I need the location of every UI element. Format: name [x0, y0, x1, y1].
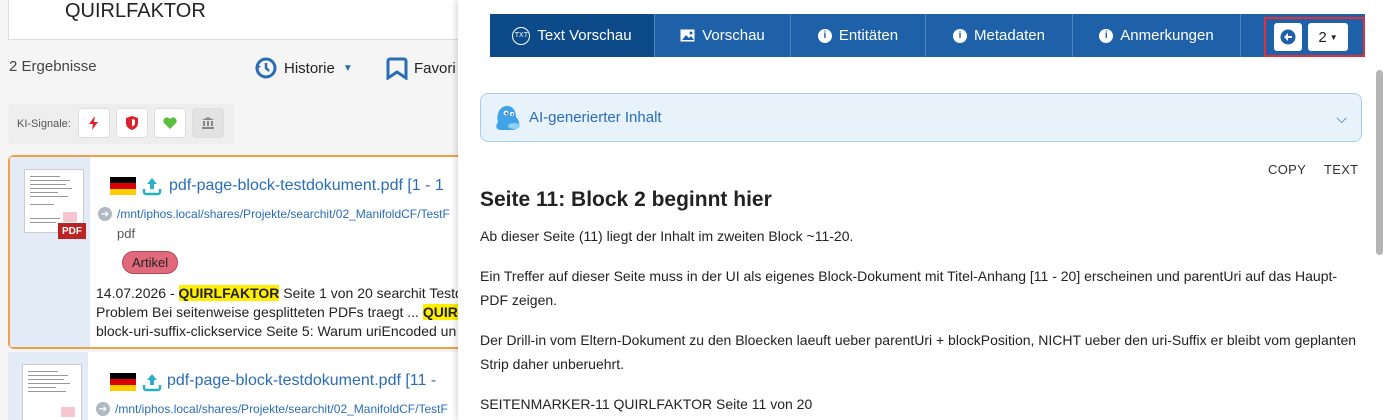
info-icon: i [953, 28, 968, 43]
snippet-line-3: block-uri-suffix-clickservice Seite 5: W… [96, 323, 457, 339]
result-path-text: /mnt/iphos.local/shares/Projekte/searchi… [117, 207, 450, 221]
preview-panel: TXT Text Vorschau Vorschau i Entitäten i… [458, 0, 1387, 420]
ki-signal-bank-button[interactable] [192, 108, 224, 138]
ai-content-label: AI-generierter Inhalt [529, 109, 662, 126]
ai-content-accordion[interactable]: AI-generierter Inhalt ⌵ [480, 93, 1362, 142]
paragraph: Ein Treffer auf dieser Seite muss in der… [480, 268, 1338, 308]
tab-label: Entitäten [838, 27, 899, 44]
germany-flag-icon [110, 373, 136, 391]
favorites-label: Favori [414, 59, 456, 77]
ki-signal-heart-button[interactable] [154, 108, 186, 138]
favorites-button[interactable]: Favori [386, 56, 456, 80]
upload-icon[interactable] [142, 176, 162, 196]
heart-icon [163, 117, 177, 129]
ki-signal-shield-button[interactable] [116, 108, 148, 138]
snippet-text: Problem Bei seitenweise gesplitteten PDF… [96, 304, 419, 320]
tab-label: Vorschau [702, 27, 765, 44]
result-snippet: 14.07.2026 - QUIRLFAKTOR Seite 1 von 20 … [96, 284, 470, 341]
ki-signal-flash-button[interactable] [78, 108, 110, 138]
info-icon: i [817, 28, 832, 43]
result-filetype: pdf [117, 226, 136, 241]
snippet-line-2: Problem Bei seitenweise gesplitteten PDF… [96, 303, 470, 322]
block-selector[interactable]: 2 ▼ [1308, 23, 1348, 51]
tab-label: Anmerkungen [1120, 27, 1214, 44]
tab-label: Metadaten [974, 27, 1045, 44]
history-dropdown[interactable]: Historie ▼ [254, 56, 353, 80]
image-icon [680, 29, 695, 42]
txt-icon: TXT [512, 26, 531, 45]
tab-metadaten[interactable]: i Metadaten [926, 14, 1073, 57]
snippet-line-1: 14.07.2026 - QUIRLFAKTOR Seite 1 von 20 … [96, 284, 470, 303]
arrow-right-icon: ➔ [96, 402, 110, 416]
block-navigation: 2 ▼ [1264, 17, 1365, 57]
bookmark-icon [386, 57, 408, 80]
germany-flag-icon [110, 177, 136, 195]
tab-text-vorschau[interactable]: TXT Text Vorschau [490, 14, 655, 57]
thumbnail-column: PDF [10, 157, 90, 347]
ki-signals-label: KI-Signale: [17, 118, 71, 130]
shield-icon [126, 116, 138, 130]
arrow-left-icon [1280, 29, 1296, 45]
chevron-down-icon: ▼ [1329, 32, 1338, 42]
pdf-icon: PDF [58, 223, 86, 239]
paragraph: Ab dieser Seite (11) liegt der Inhalt im… [480, 228, 854, 244]
paragraph: SEITENMARKER-11 QUIRLFAKTOR Seite 11 von… [480, 396, 813, 412]
arrow-right-icon: ➔ [98, 207, 112, 221]
search-query: QUIRLFAKTOR [65, 0, 206, 22]
flash-icon [89, 116, 98, 130]
category-tag[interactable]: Artikel [122, 251, 179, 274]
chevron-down-icon: ▼ [342, 62, 353, 74]
block-selector-value: 2 [1318, 28, 1327, 46]
upload-icon[interactable] [142, 372, 162, 392]
scrollbar[interactable] [1376, 70, 1383, 255]
results-panel: QUIRLFAKTOR 2 Ergebnisse Historie ▼ Favo… [0, 0, 470, 420]
tab-label: Text Vorschau [537, 27, 632, 44]
result-title-link[interactable]: pdf-page-block-testdokument.pdf [1 - 1 [169, 177, 444, 195]
thumbnail-column [8, 352, 88, 420]
text-button[interactable]: TEXT [1324, 162, 1358, 177]
result-card[interactable]: PDF pdf-page-block-testdokument.pdf [1 -… [8, 155, 470, 349]
paragraph: Der Drill-in vom Eltern-Dokument zu den … [480, 332, 1357, 372]
back-button[interactable] [1274, 23, 1302, 51]
result-path[interactable]: ➔ /mnt/iphos.local/shares/Projekte/searc… [96, 402, 448, 416]
snippet-highlight: QUIRLFAKTOR [178, 285, 280, 301]
result-card[interactable]: pdf-page-block-testdokument.pdf [11 - ➔ … [8, 352, 470, 420]
preview-tabs: TXT Text Vorschau Vorschau i Entitäten i… [490, 14, 1365, 57]
info-icon: i [1099, 28, 1114, 43]
copy-button[interactable]: COPY [1268, 162, 1306, 177]
tab-vorschau[interactable]: Vorschau [655, 14, 791, 57]
tab-entitaeten[interactable]: i Entitäten [791, 14, 926, 57]
search-input[interactable]: QUIRLFAKTOR [8, 0, 470, 40]
text-preview-content: Seite 11: Block 2 beginnt hier Ab dieser… [480, 188, 1360, 420]
chevron-down-icon: ⌵ [1336, 110, 1347, 126]
ai-mascot-icon [496, 105, 520, 130]
result-path[interactable]: ➔ /mnt/iphos.local/shares/Projekte/searc… [98, 207, 450, 221]
history-label: Historie [284, 59, 335, 77]
snippet-date: 14.07.2026 - [96, 285, 175, 301]
document-thumbnail[interactable] [22, 364, 82, 420]
result-title-link[interactable]: pdf-page-block-testdokument.pdf [11 - [167, 372, 436, 390]
bank-icon [202, 117, 214, 129]
history-icon [255, 57, 277, 79]
result-path-text: /mnt/iphos.local/shares/Projekte/searchi… [115, 402, 448, 416]
snippet-text: Seite 1 von 20 searchit Testdoku [283, 285, 470, 301]
ki-signals-bar: KI-Signale: [8, 104, 234, 144]
page-heading: Seite 11: Block 2 beginnt hier [480, 188, 772, 211]
results-count: 2 Ergebnisse [9, 58, 97, 75]
tab-anmerkungen[interactable]: i Anmerkungen [1073, 14, 1241, 57]
